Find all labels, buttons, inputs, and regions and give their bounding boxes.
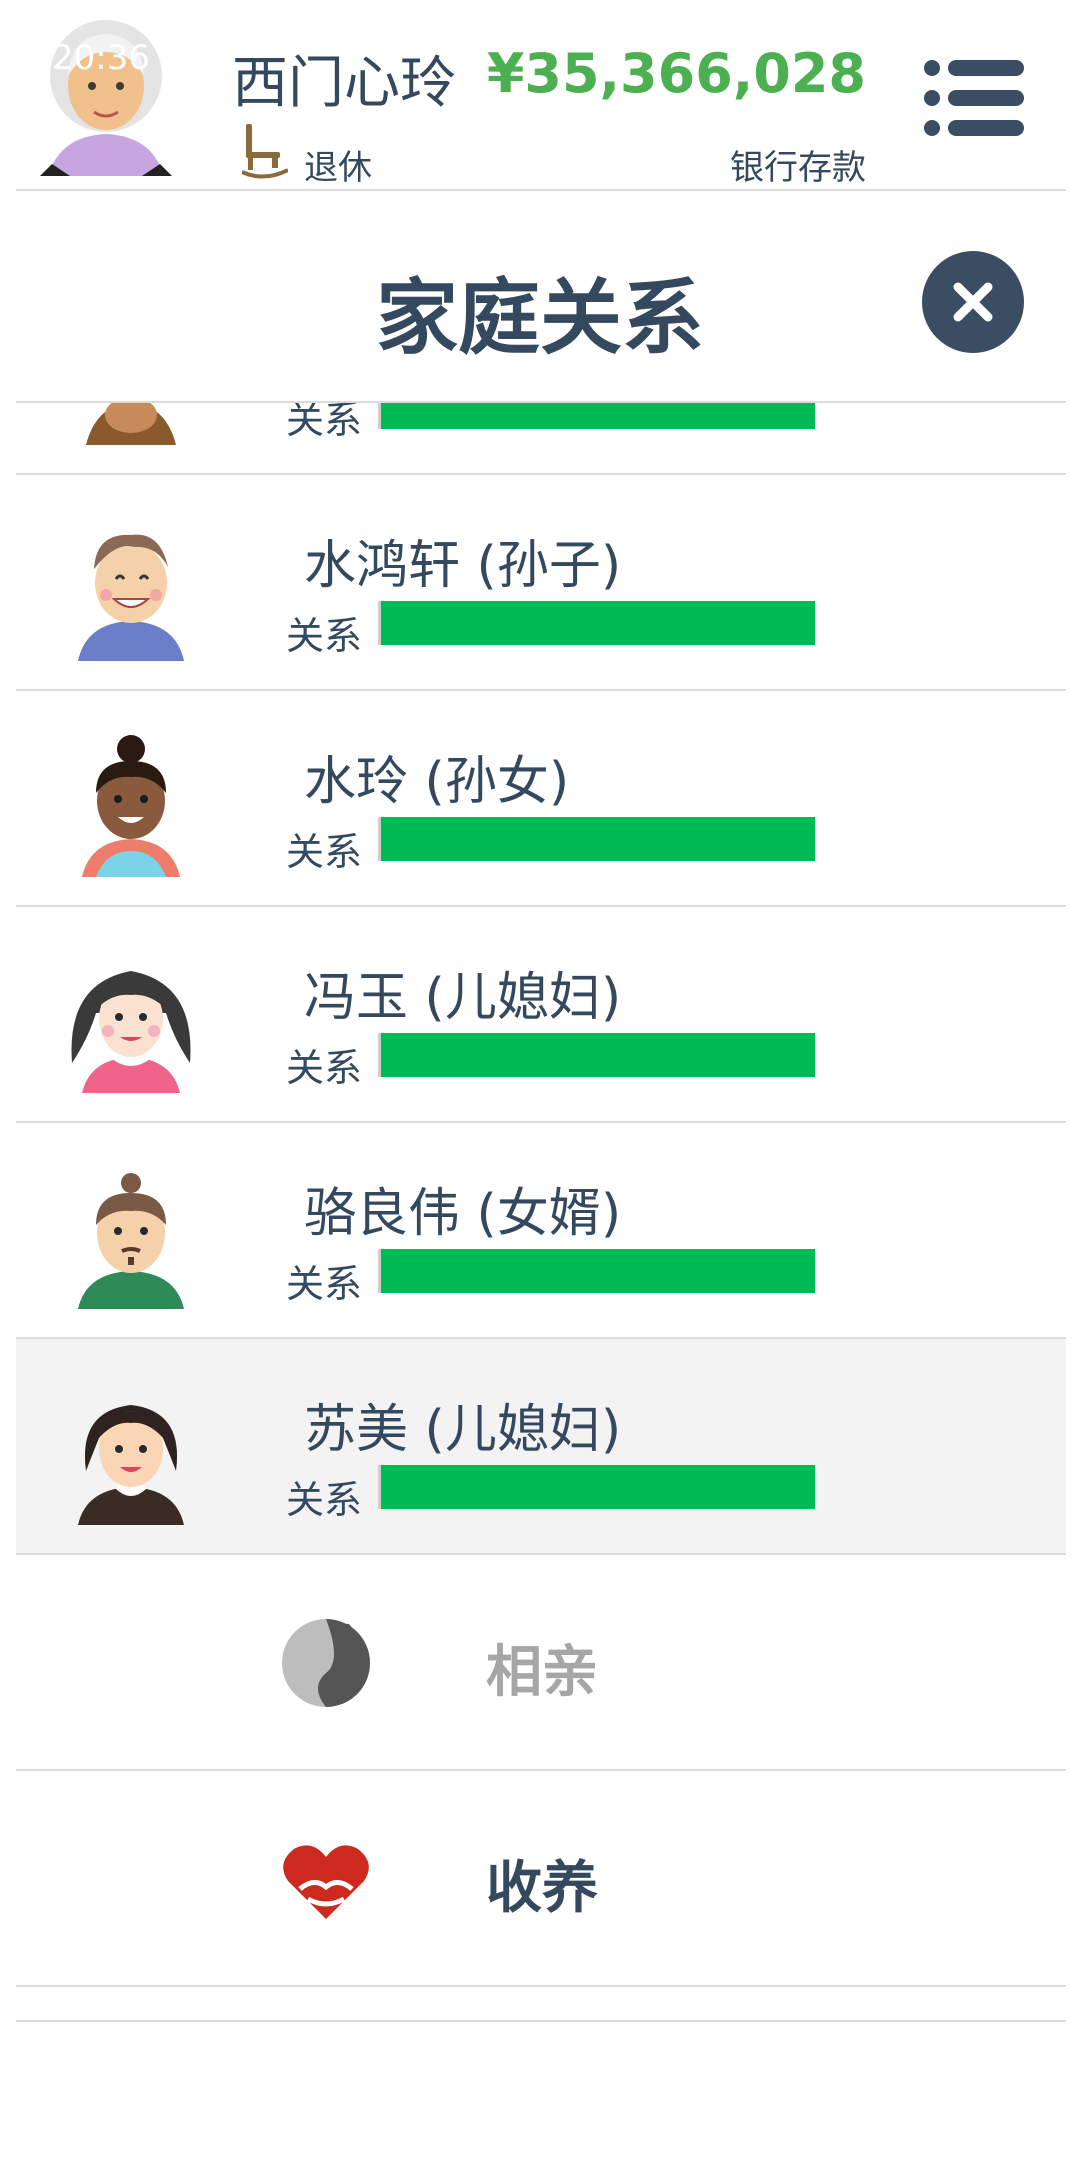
status-label: 退休	[304, 148, 372, 188]
granddaughter-avatar-icon	[82, 735, 180, 877]
daughter-in-law-avatar-icon	[78, 1405, 184, 1525]
matchmaking-icon	[282, 1619, 370, 1707]
family-member-name: 冯玉 (儿媳妇)	[304, 968, 622, 1028]
close-icon	[953, 282, 993, 322]
relationship-bar	[378, 601, 815, 645]
list-bottom-divider	[16, 2020, 1066, 2022]
status-bar-time: 20:36	[52, 38, 150, 78]
adoption-label: 收养	[486, 1856, 598, 1921]
family-list[interactable]: 关系 水鸿轩 (孙子) 关系 水玲 (孙女) 关系 冯玉 (儿媳妇) 关系 骆良…	[16, 403, 1066, 2020]
relationship-bar-fill	[381, 601, 815, 645]
relationship-bar-fill	[381, 403, 815, 429]
grandson-avatar-icon	[78, 534, 184, 661]
family-member-name: 水鸿轩 (孙子)	[304, 536, 622, 596]
adoption-heart-icon	[283, 1845, 369, 1919]
family-row-selected[interactable]: 苏美 (儿媳妇) 关系	[16, 1339, 1066, 1555]
adoption-action[interactable]: 收养	[16, 1771, 1066, 1987]
relationship-bar	[378, 1465, 815, 1509]
bank-balance: ¥35,366,028	[486, 42, 866, 105]
bank-balance-label: 银行存款	[730, 148, 866, 188]
family-row[interactable]: 冯玉 (儿媳妇) 关系	[16, 907, 1066, 1123]
son-in-law-avatar-icon	[78, 1173, 184, 1309]
relationship-label: 关系	[286, 1046, 363, 1090]
relationship-bar-fill	[381, 1033, 815, 1077]
family-row[interactable]: 骆良伟 (女婿) 关系	[16, 1123, 1066, 1339]
relationship-bar	[378, 1033, 815, 1077]
relationship-bar	[378, 817, 815, 861]
family-avatar-icon	[86, 403, 176, 445]
rocking-chair-icon	[242, 124, 288, 179]
family-row[interactable]: 水鸿轩 (孙子) 关系	[16, 475, 1066, 691]
relationship-bar-fill	[381, 817, 815, 861]
relationship-label: 关系	[286, 830, 363, 874]
family-row[interactable]: 关系	[16, 403, 1066, 475]
relationship-bar	[378, 1249, 815, 1293]
daughter-in-law-avatar-icon	[71, 971, 191, 1093]
relationship-label: 关系	[286, 1478, 363, 1522]
menu-list-icon[interactable]	[922, 58, 1026, 138]
relationship-bar-fill	[381, 1465, 815, 1509]
close-button[interactable]	[922, 251, 1024, 353]
relationship-bar	[378, 403, 815, 429]
matchmaking-action[interactable]: 相亲	[16, 1555, 1066, 1771]
family-member-name: 水玲 (孙女)	[304, 752, 570, 812]
dialog-title-bar: 家庭关系	[0, 191, 1080, 401]
matchmaking-label: 相亲	[486, 1640, 598, 1705]
family-member-name: 苏美 (儿媳妇)	[304, 1400, 622, 1460]
family-row[interactable]: 水玲 (孙女) 关系	[16, 691, 1066, 907]
relationship-label: 关系	[286, 403, 363, 442]
relationship-label: 关系	[286, 614, 363, 658]
dialog-title: 家庭关系	[375, 271, 704, 366]
relationship-bar-fill	[381, 1249, 815, 1293]
top-header: 20:36 西门心玲 退休 ¥35,366,028 银行存款	[0, 0, 1080, 190]
family-member-name: 骆良伟 (女婿)	[304, 1184, 622, 1244]
player-name: 西门心玲	[232, 51, 456, 116]
relationship-label: 关系	[286, 1262, 363, 1306]
